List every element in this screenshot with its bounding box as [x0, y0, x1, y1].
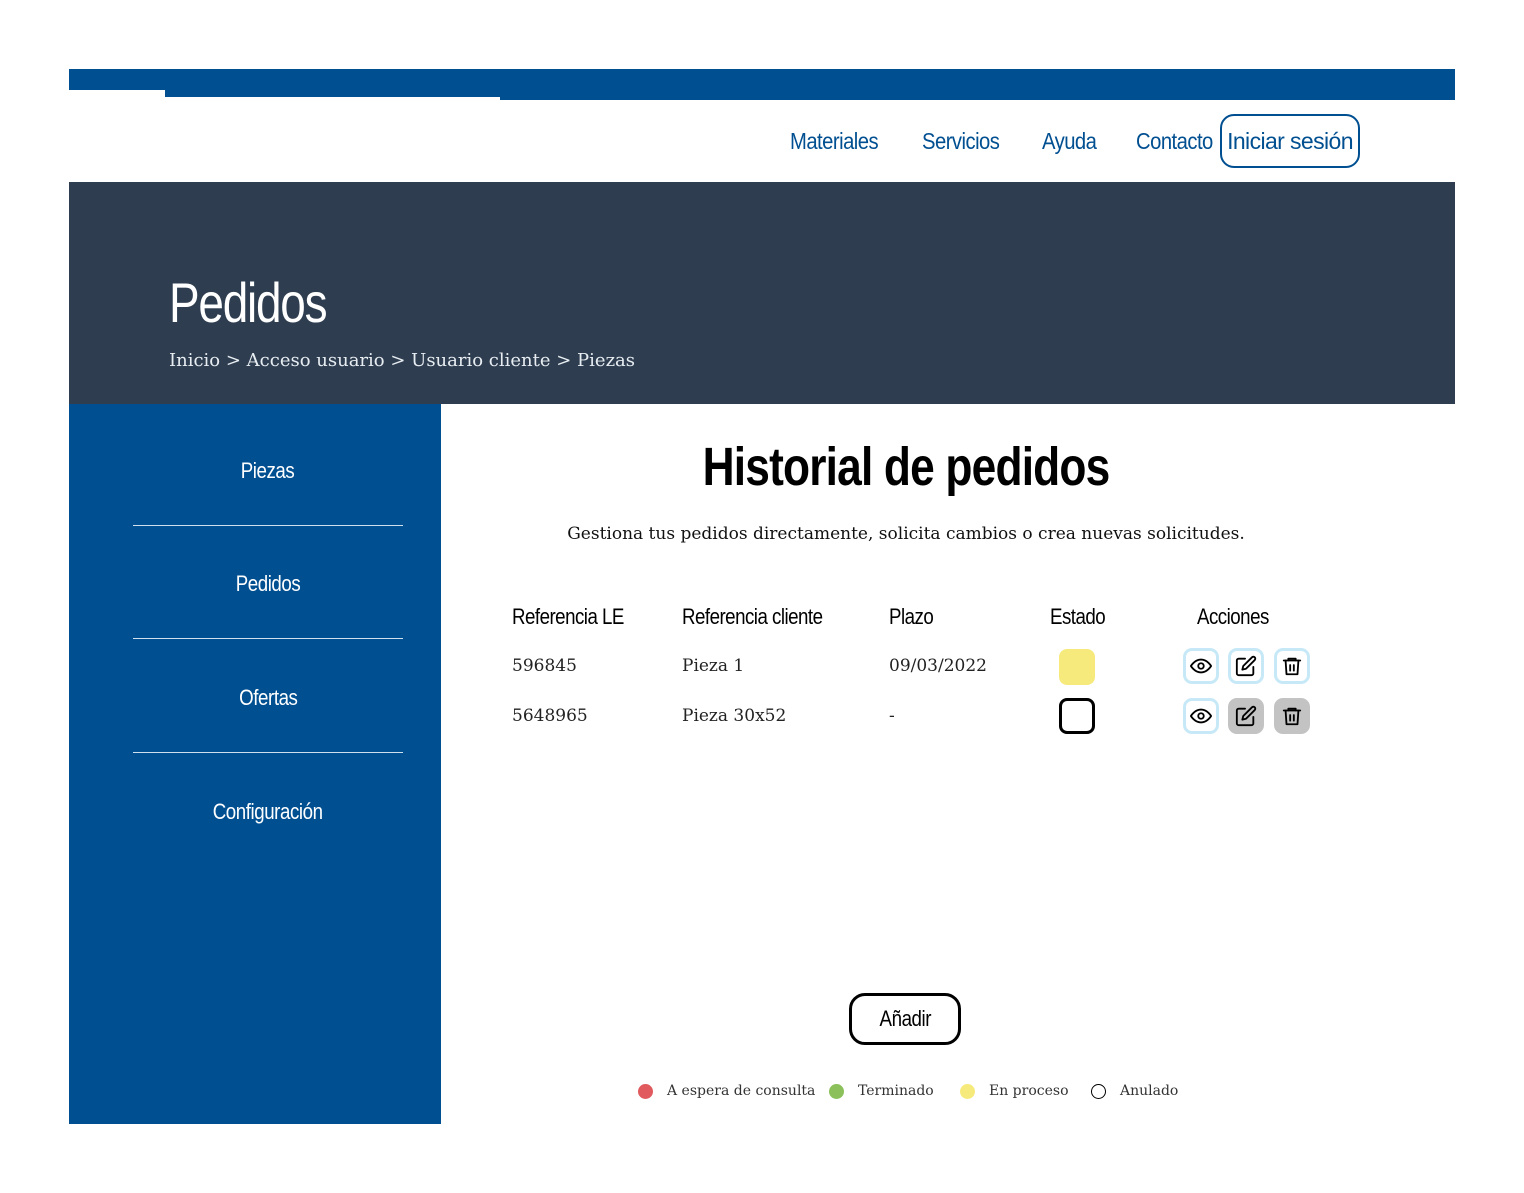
sidebar-item-ofertas[interactable]: Ofertas [133, 641, 403, 754]
edit-icon [1235, 655, 1257, 677]
cell-referencia-le: 596845 [512, 656, 577, 676]
status-badge-en-proceso [1059, 649, 1095, 685]
legend-label: Anulado [1120, 1083, 1179, 1099]
top-bar-notch [69, 90, 165, 100]
trash-icon [1282, 707, 1302, 726]
column-header-referencia-le: Referencia LE [512, 604, 624, 629]
sidebar-item-label: Piezas [241, 457, 295, 483]
add-button-label: Añadir [879, 1006, 931, 1031]
eye-icon [1190, 658, 1212, 674]
main-nav: Materiales Servicios Ayuda Contacto Inic… [790, 114, 1360, 168]
edit-icon [1235, 705, 1257, 727]
sidebar-item-pedidos[interactable]: Pedidos [133, 527, 403, 640]
nav-link-servicios[interactable]: Servicios [922, 128, 1000, 155]
add-button[interactable]: Añadir [849, 993, 961, 1045]
cell-plazo: - [889, 706, 895, 726]
sidebar-item-label: Pedidos [235, 570, 301, 596]
cell-referencia-le: 5648965 [512, 706, 588, 726]
legend-item-terminado: Terminado [829, 1083, 934, 1099]
page-header: Pedidos Inicio > Acceso usuario > Usuari… [69, 182, 1455, 404]
column-header-referencia-cliente: Referencia cliente [682, 604, 823, 629]
sidebar-item-configuracion[interactable]: Configuración [133, 755, 403, 868]
legend-item-en-proceso: En proceso [960, 1083, 1069, 1099]
view-button[interactable] [1183, 698, 1219, 734]
delete-button-disabled [1274, 698, 1310, 734]
sidebar-item-label: Ofertas [238, 684, 298, 710]
red-dot-icon [638, 1083, 653, 1099]
page-title: Pedidos [169, 271, 328, 334]
delete-button[interactable] [1274, 648, 1310, 684]
cell-referencia-cliente: Pieza 1 [682, 656, 745, 676]
sidebar-item-piezas[interactable]: Piezas [133, 414, 403, 527]
edit-button-disabled [1228, 698, 1264, 734]
sidebar: Piezas Pedidos Ofertas Configuración [69, 404, 441, 1124]
column-header-plazo: Plazo [889, 604, 934, 629]
legend-label: Terminado [858, 1083, 934, 1099]
trash-icon [1282, 657, 1302, 676]
sidebar-divider [133, 525, 403, 526]
nav-link-materiales[interactable]: Materiales [790, 128, 879, 155]
nav-link-ayuda[interactable]: Ayuda [1042, 128, 1097, 155]
legend-item-anulado: Anulado [1091, 1083, 1178, 1099]
column-header-estado: Estado [1050, 604, 1106, 629]
status-badge-anulado [1059, 698, 1095, 734]
yellow-dot-icon [960, 1083, 975, 1099]
edit-button[interactable] [1228, 648, 1264, 684]
column-header-acciones: Acciones [1197, 604, 1269, 629]
sidebar-divider [133, 638, 403, 639]
legend-label: En proceso [989, 1083, 1069, 1099]
login-button[interactable]: Iniciar sesión [1220, 114, 1360, 168]
green-dot-icon [829, 1083, 844, 1099]
breadcrumb: Inicio > Acceso usuario > Usuario client… [169, 350, 636, 371]
sidebar-divider [133, 752, 403, 753]
eye-icon [1190, 708, 1212, 724]
section-title: Historial de pedidos [441, 436, 1371, 498]
sidebar-item-label: Configuración [213, 798, 323, 824]
cell-referencia-cliente: Pieza 30x52 [682, 706, 787, 726]
legend-item-a-espera: A espera de consulta [638, 1083, 815, 1099]
nav-link-contacto[interactable]: Contacto [1136, 128, 1213, 155]
top-bar-notch [165, 97, 500, 100]
cell-plazo: 09/03/2022 [889, 656, 987, 676]
legend-label: A espera de consulta [667, 1083, 816, 1099]
empty-circle-icon [1091, 1083, 1106, 1099]
view-button[interactable] [1183, 648, 1219, 684]
top-bar [69, 69, 1455, 100]
section-title-text: Historial de pedidos [702, 437, 1111, 497]
section-subtitle: Gestiona tus pedidos directamente, solic… [567, 524, 1245, 544]
